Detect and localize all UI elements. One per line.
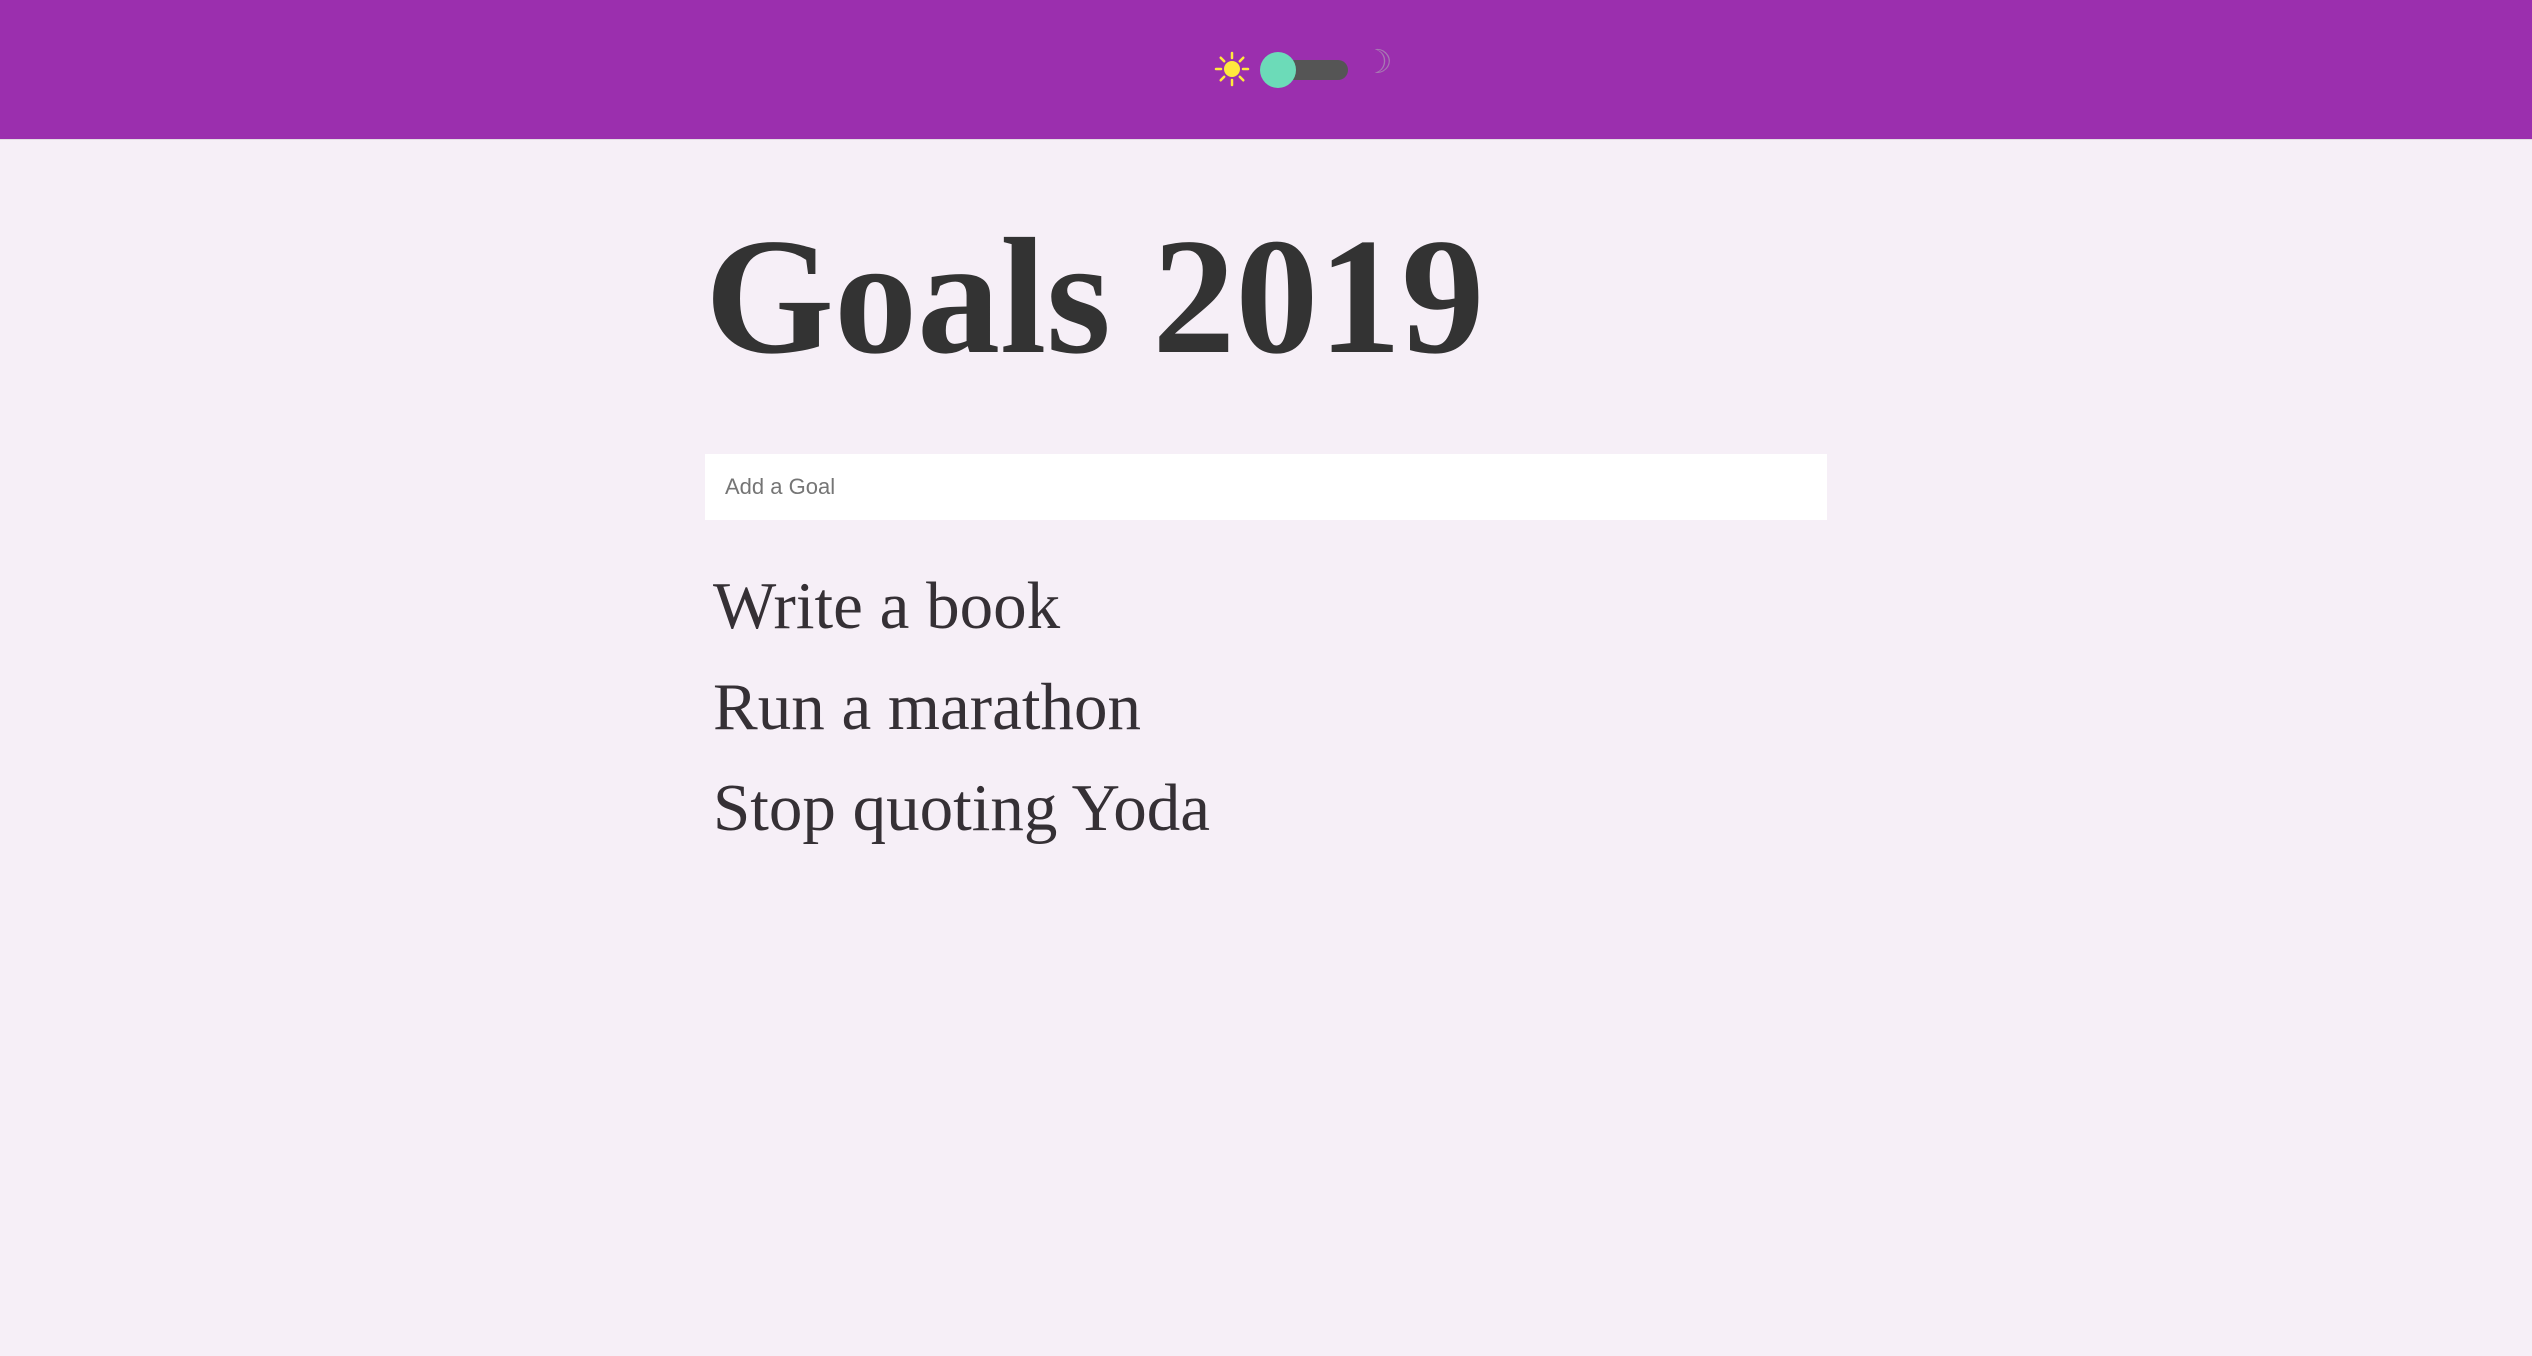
goal-item[interactable]: Stop quoting Yoda	[713, 758, 1210, 859]
goal-list: Write a book Run a marathon Stop quoting…	[713, 556, 1210, 859]
theme-switch[interactable]	[1260, 52, 1348, 88]
page-title: Goals 2019	[705, 204, 1485, 388]
sun-icon[interactable]	[1214, 51, 1250, 87]
top-bar: ☽	[0, 0, 2532, 139]
theme-toggle[interactable]: ☽	[1214, 42, 1394, 96]
goal-item[interactable]: Run a marathon	[713, 657, 1210, 758]
moon-icon[interactable]: ☽	[1363, 42, 1393, 82]
theme-switch-thumb[interactable]	[1260, 52, 1296, 88]
add-goal-input[interactable]	[705, 454, 1827, 520]
goal-item[interactable]: Write a book	[713, 556, 1210, 657]
